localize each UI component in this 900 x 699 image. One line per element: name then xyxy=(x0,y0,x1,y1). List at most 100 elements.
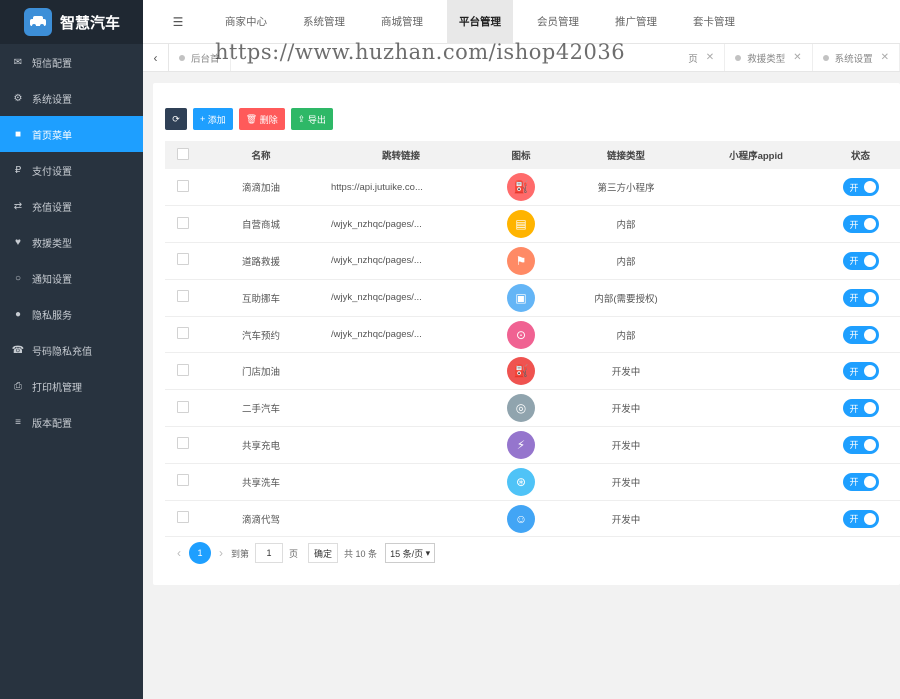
gear-icon: ⚙ xyxy=(13,92,23,104)
top-nav-tab[interactable]: 会员管理 xyxy=(525,0,591,44)
confirm-button[interactable]: 确定 xyxy=(308,543,339,563)
table-row[interactable]: 自营商城/wjyk_nzhqc/pages/... ▤ 内部 开 xyxy=(165,206,900,243)
header-type: 链接类型 xyxy=(606,151,645,162)
row-checkbox[interactable] xyxy=(165,390,201,427)
row-checkbox[interactable] xyxy=(165,206,201,243)
row-type: 开发中 xyxy=(611,367,641,379)
prev-page-icon[interactable]: ‹ xyxy=(177,546,181,560)
add-button[interactable]: + 添加 xyxy=(193,108,233,130)
row-status: 开 xyxy=(821,500,900,537)
sidebar-item[interactable]: ⚙ 系统设置 xyxy=(0,80,143,116)
sidebar-item-label: 短信配置 xyxy=(32,58,72,70)
row-status: 开 xyxy=(821,316,900,353)
row-appid xyxy=(691,463,821,500)
sidebar-item-label: 充值设置 xyxy=(32,202,72,214)
table-row[interactable]: 共享洗车 ⊛ 开发中 开 xyxy=(165,463,900,501)
logo[interactable]: 智慧汽车 xyxy=(0,0,143,44)
close-icon[interactable]: ✕ xyxy=(706,52,714,63)
table-row[interactable]: 滴滴加油 https://api.jutuike.co... ⛽ 第三方小程序 开 xyxy=(165,169,900,206)
page-tab-rescue[interactable]: 救援类型 ✕ xyxy=(725,44,813,71)
top-nav-tab[interactable]: 系统管理 xyxy=(291,0,357,44)
dot-icon xyxy=(822,54,829,61)
row-icon-cell: ⛽ xyxy=(481,353,561,390)
page-input[interactable]: 1 xyxy=(255,543,284,563)
table-row[interactable]: 门店加油 ⛽ 开发中 开 xyxy=(165,353,900,390)
close-icon[interactable]: ✕ xyxy=(881,52,889,63)
row-checkbox[interactable] xyxy=(165,316,201,353)
refresh-button[interactable]: ⟳ xyxy=(165,108,187,130)
per-page-select[interactable]: 15 条/页 ▾ xyxy=(385,543,436,563)
next-page-icon[interactable]: › xyxy=(219,546,223,560)
charging-icon: ⚡ xyxy=(507,430,535,459)
status-toggle[interactable]: 开 xyxy=(842,509,879,528)
table-row[interactable]: 互助挪车/wjyk_nzhqc/pages/... ▣ 内部(需要授权) 开 xyxy=(165,279,900,317)
gas-station-icon: ⛽ xyxy=(507,357,535,386)
toggle-knob xyxy=(863,181,876,194)
top-nav-tab[interactable]: 商城管理 xyxy=(369,0,435,44)
status-toggle[interactable]: 开 xyxy=(842,325,879,344)
toggle-knob xyxy=(863,365,876,378)
row-checkbox[interactable] xyxy=(165,353,201,390)
page-tab-home[interactable]: 后台首 xyxy=(169,44,231,71)
table-row[interactable]: 共享充电 ⚡ 开发中 开 xyxy=(165,427,900,464)
row-status: 开 xyxy=(821,390,900,427)
select-all-checkbox[interactable] xyxy=(165,141,201,169)
status-toggle[interactable]: 开 xyxy=(842,178,879,197)
sidebar-item[interactable]: ■ 首页菜单 xyxy=(0,116,143,152)
toggle-label: 开 xyxy=(849,219,859,230)
sidebar-item[interactable]: ⎙ 打印机管理 xyxy=(0,368,143,404)
status-toggle[interactable]: 开 xyxy=(842,399,879,418)
delete-button[interactable]: 🗑 删除 xyxy=(238,108,285,130)
top-nav-tab[interactable]: 推广管理 xyxy=(603,0,669,44)
driver-icon: ☺ xyxy=(507,504,535,533)
row-checkbox[interactable] xyxy=(165,169,201,206)
top-nav-tab[interactable]: 商家中心 xyxy=(213,0,279,44)
tab-prev-icon[interactable]: ‹ xyxy=(143,44,169,71)
row-checkbox[interactable] xyxy=(165,500,201,537)
toggle-label: 开 xyxy=(849,477,859,488)
status-toggle[interactable]: 开 xyxy=(842,251,879,270)
used-car-icon: ◎ xyxy=(507,394,535,423)
status-toggle[interactable]: 开 xyxy=(842,362,879,381)
row-checkbox[interactable] xyxy=(165,427,201,464)
top-nav-tab[interactable]: 平台管理 xyxy=(447,0,513,44)
payment-icon: ₽ xyxy=(14,164,22,176)
current-page[interactable]: 1 xyxy=(189,542,211,564)
toggle-label: 开 xyxy=(849,403,859,414)
close-icon[interactable]: ✕ xyxy=(793,52,801,63)
row-link: https://api.jutuike.co... xyxy=(331,181,423,193)
page-tab-settings[interactable]: 系统设置 ✕ xyxy=(813,44,900,71)
sidebar-item[interactable]: ✉ 短信配置 xyxy=(0,44,143,80)
trash-icon: 🗑 xyxy=(245,113,258,124)
sidebar-menu: ✉ 短信配置 ⚙ 系统设置 ■ 首页菜单 ₽ 支付设置 ⇄ 充值设置 ♥ 救援类型 ○ 通知设置 ● 隐私服务… xyxy=(0,44,143,440)
table-row[interactable]: 汽车预约/wjyk_nzhqc/pages/... ⊙ 内部 开 xyxy=(165,316,900,353)
row-checkbox[interactable] xyxy=(165,243,201,280)
card-icon: ⇄ xyxy=(13,200,23,212)
sidebar-item[interactable]: ≡ 版本配置 xyxy=(0,404,143,440)
row-checkbox[interactable] xyxy=(165,463,201,500)
sidebar-item[interactable]: ☎ 号码隐私充值 xyxy=(0,332,143,368)
sidebar-item[interactable]: ⇄ 充值设置 xyxy=(0,188,143,224)
menu-toggle-icon[interactable]: ☰ xyxy=(143,15,213,29)
dot-icon xyxy=(735,54,742,61)
sidebar-item[interactable]: ₽ 支付设置 xyxy=(0,152,143,188)
table-row[interactable]: 道路救援/wjyk_nzhqc/pages/... ⚑ 内部 开 xyxy=(165,243,900,280)
row-checkbox[interactable] xyxy=(165,279,201,316)
table-row[interactable]: 二手汽车 ◎ 开发中 开 xyxy=(165,390,900,427)
top-nav-tab[interactable]: 套卡管理 xyxy=(681,0,747,44)
toggle-label: 开 xyxy=(849,182,859,193)
add-label: 添加 xyxy=(207,114,226,125)
page-tab-current[interactable]: 页 ✕ xyxy=(678,44,726,71)
status-toggle[interactable]: 开 xyxy=(842,288,879,307)
export-button[interactable]: ⇪ 导出 xyxy=(290,108,333,130)
sidebar-item[interactable]: ○ 通知设置 xyxy=(0,260,143,296)
status-toggle[interactable]: 开 xyxy=(842,215,879,234)
car-logo-icon xyxy=(24,8,52,36)
status-toggle[interactable]: 开 xyxy=(842,435,879,454)
menu-table: 名称 跳转链接 图标 链接类型 小程序appid 状态 滴滴加油 https://… xyxy=(165,141,900,537)
table-row[interactable]: 滴滴代驾 ☺ 开发中 开 xyxy=(165,500,900,537)
status-toggle[interactable]: 开 xyxy=(842,472,879,491)
sidebar-item[interactable]: ● 隐私服务 xyxy=(0,296,143,332)
row-name: 二手汽车 xyxy=(241,404,280,416)
sidebar-item[interactable]: ♥ 救援类型 xyxy=(0,224,143,260)
